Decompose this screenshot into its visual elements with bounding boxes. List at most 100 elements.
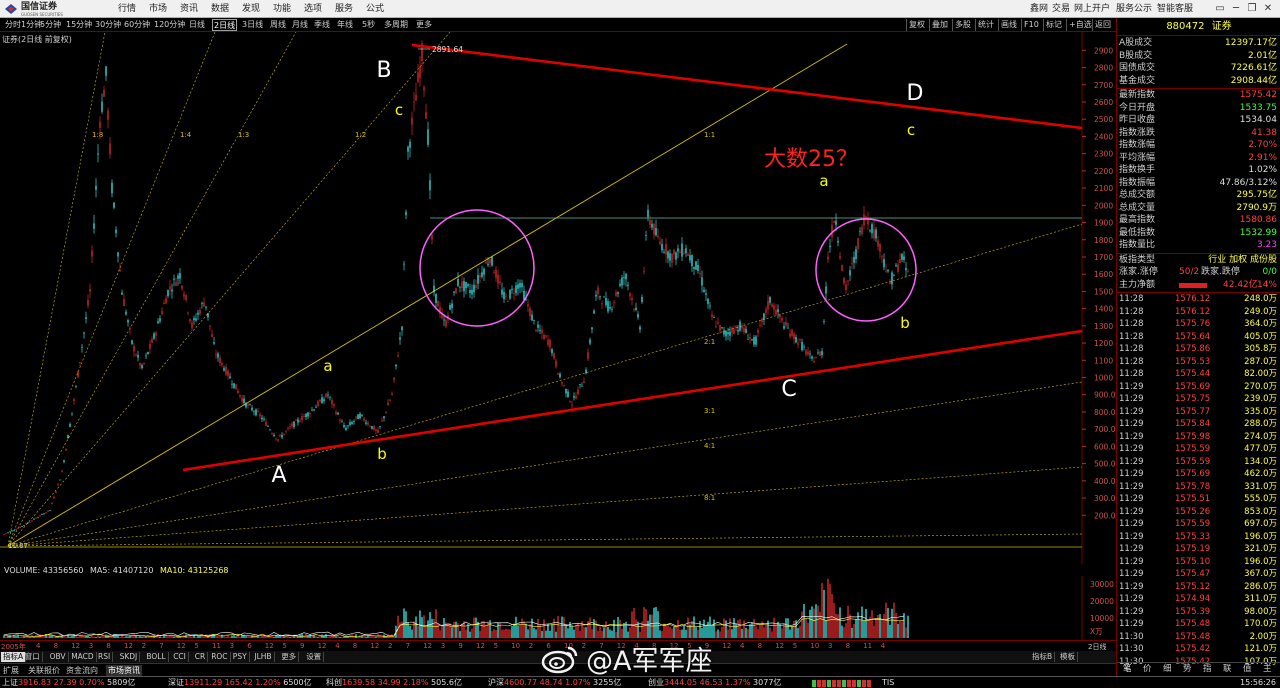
- toolbar-right-9[interactable]: 返回: [1092, 19, 1111, 31]
- period-6[interactable]: 60分钟: [124, 19, 150, 31]
- period-7[interactable]: 120分钟: [154, 19, 185, 31]
- period-10[interactable]: 3日线: [242, 19, 263, 31]
- candle-body: [869, 230, 871, 232]
- toolbar-right-4[interactable]: 统计: [975, 19, 994, 31]
- stat-row: 最高指数 1580.86: [1117, 214, 1279, 227]
- index-ticker-3[interactable]: 科创1639.58 34.99 2.18% 505.6亿: [326, 677, 462, 688]
- toolbar-right-3[interactable]: 多股: [952, 19, 971, 31]
- period-9[interactable]: 2日线: [212, 19, 238, 31]
- volume-bar: [757, 629, 759, 638]
- period-4[interactable]: 15分钟: [66, 19, 92, 31]
- indicator-tab--[interactable]: 窗口: [23, 652, 43, 662]
- tis-label[interactable]: TIS: [882, 677, 894, 688]
- indicator-tab-obv[interactable]: OBV: [48, 652, 69, 662]
- board-type-value[interactable]: 行业 加权 成份股: [1208, 254, 1277, 267]
- menu-item-7[interactable]: 选项: [304, 3, 322, 15]
- period-5[interactable]: 30分钟: [95, 19, 121, 31]
- period-11[interactable]: 周线: [270, 19, 286, 31]
- quote-tab-3[interactable]: 细: [1163, 663, 1172, 676]
- menu-item-9[interactable]: 公式: [366, 3, 384, 15]
- toolbar-right-2[interactable]: 叠加: [929, 19, 948, 31]
- period-16[interactable]: 多周期: [384, 19, 408, 31]
- indicator-tab-roc[interactable]: ROC: [209, 652, 231, 662]
- indicator-tab-cr[interactable]: CR: [193, 652, 209, 662]
- index-ticker-1[interactable]: 上证3916.83 27.39 0.70% 5809亿: [2, 677, 135, 688]
- index-ticker-2[interactable]: 深证13911.29 165.42 1.20% 6500亿: [168, 677, 312, 688]
- period-15[interactable]: 5秒: [362, 19, 375, 31]
- volume-bar: [291, 635, 293, 638]
- minimize-icon[interactable]: ─: [1230, 2, 1242, 15]
- indicator-tab-skdj[interactable]: SKDJ: [118, 652, 141, 662]
- period-17[interactable]: 更多: [416, 19, 432, 31]
- toolbar-right-1[interactable]: 复权: [906, 19, 925, 31]
- price-chart[interactable]: 2900 2800 2700 2600 2500 2400 2300 2200 2100 2000…: [0, 32, 1116, 564]
- period-12[interactable]: 月线: [292, 19, 308, 31]
- volume-bar: [737, 620, 739, 638]
- candle-body: [51, 503, 53, 504]
- indicator-tab-rsi[interactable]: RSI: [96, 652, 114, 662]
- period-2[interactable]: 1分钟: [21, 19, 42, 31]
- indicator-tab-jlhb[interactable]: JLHB: [252, 652, 275, 662]
- menu-right-item-5[interactable]: 智能客服: [1157, 3, 1193, 15]
- candle-body: [41, 514, 43, 515]
- menu-item-1[interactable]: 行情: [118, 3, 136, 15]
- volume-bar: [671, 628, 673, 638]
- bottom-tab-1[interactable]: 扩展: [1, 665, 21, 676]
- menu-right-item-4[interactable]: 服务公示: [1116, 3, 1152, 15]
- candle-body: [513, 293, 515, 295]
- price-chart-area[interactable]: 2900 2800 2700 2600 2500 2400 2300 2200 2100 2000…: [0, 32, 1116, 564]
- menu-right-item-2[interactable]: 交易: [1052, 3, 1070, 15]
- indicator-tab-boll[interactable]: BOLL: [144, 652, 169, 662]
- vol-axis-label: 20000: [1090, 597, 1114, 606]
- bottom-tab-3[interactable]: 资金流向: [64, 665, 100, 676]
- menu-item-6[interactable]: 功能: [273, 3, 291, 15]
- volume-bar: [347, 635, 349, 638]
- candle-body: [75, 386, 77, 388]
- quote-tab-4[interactable]: 势: [1183, 663, 1192, 676]
- stat-value: 1580.86: [1239, 215, 1277, 225]
- index-ticker-4[interactable]: 沪深4600.77 48.74 1.07% 3255亿: [488, 677, 621, 688]
- app-logo[interactable]: 国信证券 GUOSEN SECURITIES: [4, 2, 63, 17]
- volume-bar: [131, 634, 133, 638]
- quote-tab-6[interactable]: 联: [1223, 663, 1232, 676]
- quote-tab-2[interactable]: 价: [1143, 663, 1152, 676]
- period-8[interactable]: 日线: [189, 19, 205, 31]
- quote-tab-5[interactable]: 指: [1203, 663, 1212, 676]
- bottom-tab-2[interactable]: 关联报价: [26, 665, 62, 676]
- indicator-tab--[interactable]: 设置: [304, 652, 325, 662]
- restore-icon[interactable]: ▭: [1214, 2, 1226, 15]
- menu-item-5[interactable]: 发现: [242, 3, 260, 15]
- indicator-tab-psy[interactable]: PSY: [231, 652, 250, 662]
- menu-item-2[interactable]: 市场: [149, 3, 167, 15]
- indicator-tab--[interactable]: 更多: [279, 652, 300, 662]
- period-13[interactable]: 季线: [314, 19, 330, 31]
- quote-tab-1[interactable]: 笔: [1123, 663, 1132, 676]
- period-14[interactable]: 年线: [337, 19, 353, 31]
- toolbar-right-6[interactable]: F10: [1021, 19, 1039, 31]
- menu-right-item-1[interactable]: 鑫网: [1030, 3, 1048, 15]
- close-icon[interactable]: ✕: [1262, 2, 1274, 15]
- toolbar-right-8[interactable]: +自选: [1066, 19, 1092, 31]
- indicator-tab-cci[interactable]: CCI: [171, 652, 189, 662]
- menu-item-4[interactable]: 数据: [211, 3, 229, 15]
- menu-item-8[interactable]: 服务: [335, 3, 353, 15]
- candle-body: [81, 347, 83, 348]
- candle-body: [883, 259, 885, 268]
- quote-tab-7[interactable]: 值: [1243, 663, 1252, 676]
- candle-body: [183, 294, 185, 297]
- toolbar-right-5[interactable]: 画线: [998, 19, 1017, 31]
- stat-value: 2.70%: [1248, 140, 1277, 150]
- bottom-tab-4[interactable]: 市场资讯: [106, 665, 142, 676]
- quote-tab-8[interactable]: 主: [1263, 663, 1272, 676]
- index-ticker-5[interactable]: 创业3444.05 46.53 1.37% 3077亿: [648, 677, 781, 688]
- toolbar-right-7[interactable]: 标记: [1043, 19, 1062, 31]
- menu-item-3[interactable]: 资讯: [180, 3, 198, 15]
- period-1[interactable]: 分时: [5, 19, 21, 31]
- period-3[interactable]: 5分钟: [40, 19, 61, 31]
- indicator-right-tab-1[interactable]: 指标B: [1030, 652, 1056, 662]
- indicator-right-tab-2[interactable]: 模板: [1058, 652, 1078, 662]
- indicator-tab-macd[interactable]: MACD: [69, 652, 97, 662]
- menu-right-item-3[interactable]: 网上开户: [1074, 3, 1110, 15]
- volume-chart[interactable]: 30000 20000 10000 X万: [0, 576, 1116, 640]
- maximize-icon[interactable]: ❐: [1246, 2, 1258, 15]
